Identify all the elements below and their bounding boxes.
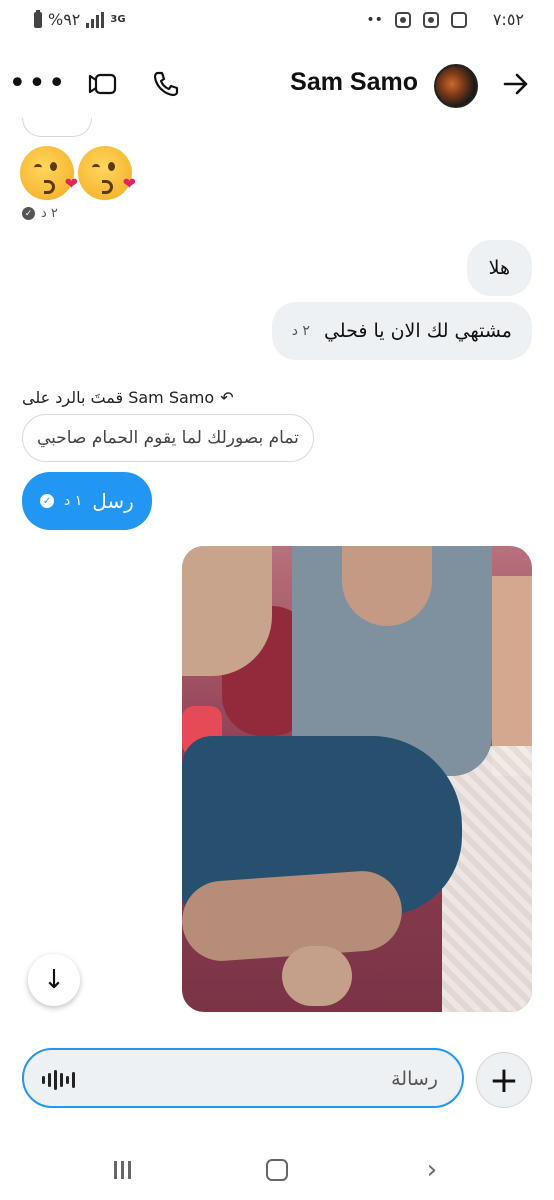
message-time: ٢ د: [291, 323, 310, 339]
photo-message[interactable]: [182, 546, 532, 1012]
sent-message-bubble[interactable]: ✓ ١ د رسل: [22, 472, 152, 530]
message-text: هلا: [488, 257, 510, 279]
battery-percent: %٩٢: [48, 10, 81, 29]
back-button[interactable]: [494, 62, 538, 106]
message-composer: [22, 1048, 464, 1108]
chat-header: ••• Sam Samo: [0, 52, 554, 116]
arrow-right-icon: [503, 73, 528, 95]
kissing-face-emoji-icon: ❤: [78, 146, 136, 200]
voice-record-icon[interactable]: [42, 1070, 75, 1090]
video-call-icon: [88, 73, 117, 95]
youtube-icon-2: [422, 11, 439, 28]
notification-dots: ••: [366, 11, 383, 28]
contact-name[interactable]: Sam Samo: [290, 68, 418, 97]
previous-message-fragment: [22, 118, 92, 137]
kissing-face-emoji-icon: ❤: [20, 146, 78, 200]
message-text: مشتهي لك الان يا فحلي: [323, 320, 512, 342]
reply-indicator: قمتَ بالرد على Sam Samo ↶: [22, 388, 234, 407]
recents-button[interactable]: [102, 1154, 142, 1186]
arrow-down-icon: ↓: [43, 965, 65, 995]
message-time: ٢ د: [41, 206, 58, 221]
home-icon: [266, 1159, 288, 1181]
add-attachment-button[interactable]: +: [476, 1052, 532, 1108]
seen-check-icon: ✓: [22, 207, 35, 220]
chevron-right-icon: ›: [426, 1155, 438, 1185]
more-button[interactable]: •••: [8, 62, 65, 106]
clock: ٧:٥٢: [492, 10, 524, 29]
scroll-down-button[interactable]: ↓: [28, 954, 80, 1006]
message-text: رسل: [92, 489, 134, 513]
signal-icon: [86, 11, 105, 28]
nav-back-button[interactable]: ›: [412, 1154, 452, 1186]
message-meta: ✓ ٢ د: [22, 206, 58, 221]
quoted-text: تمام بصورلك لما يقوم الحمام صاحبي: [37, 428, 299, 448]
video-call-button[interactable]: [80, 62, 124, 106]
phone-icon: [153, 71, 179, 97]
gallery-icon: [450, 11, 467, 28]
home-button[interactable]: [257, 1154, 297, 1186]
youtube-icon: [394, 11, 411, 28]
battery-icon: [34, 9, 42, 28]
status-bar: %٩٢ 3G •• ٧:٥٢: [0, 0, 554, 40]
message-time: ١ د: [64, 493, 83, 509]
system-nav-bar: ›: [0, 1140, 554, 1200]
message-bubble[interactable]: هلا: [466, 240, 532, 296]
sent-check-icon: ✓: [40, 494, 54, 508]
reply-note-text: قمتَ بالرد على Sam Samo: [22, 388, 215, 407]
message-bubble[interactable]: ٢ د مشتهي لك الان يا فحلي: [271, 302, 532, 360]
avatar[interactable]: [434, 64, 478, 108]
quoted-message[interactable]: تمام بصورلك لما يقوم الحمام صاحبي: [22, 414, 314, 462]
plus-icon: +: [488, 1059, 520, 1101]
more-dots-icon: •••: [8, 66, 68, 101]
emoji-message[interactable]: ❤ ❤: [20, 146, 136, 200]
network-type: 3G: [110, 14, 126, 25]
phone-call-button[interactable]: [144, 62, 188, 106]
reply-arrow-icon: ↶: [220, 388, 234, 407]
message-input[interactable]: [136, 1060, 440, 1098]
